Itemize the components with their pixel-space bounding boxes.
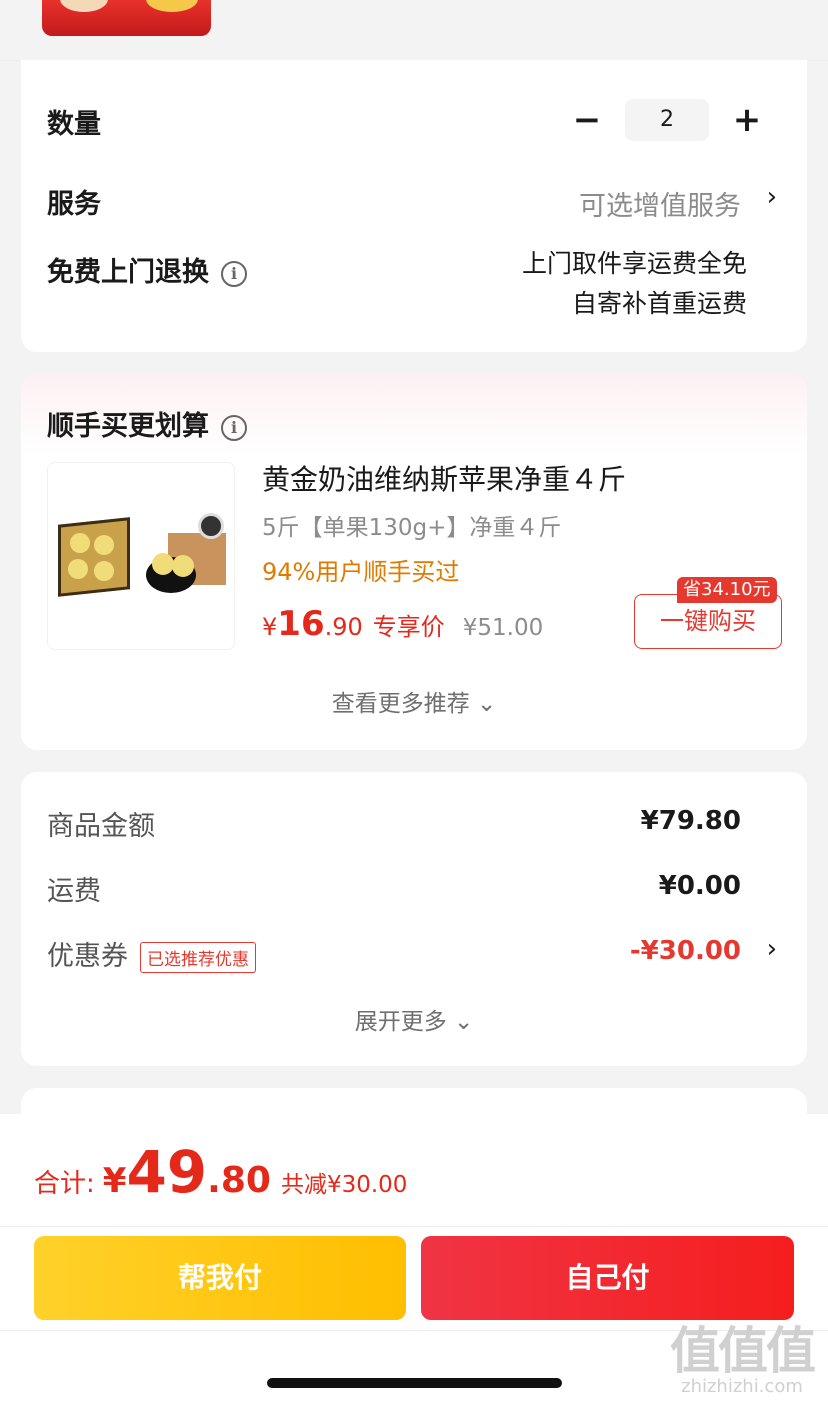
- product-title[interactable]: 黄金奶油维纳斯苹果净重４斤: [262, 458, 626, 498]
- help-me-pay-button[interactable]: 帮我付: [34, 1236, 406, 1320]
- apple-graphic: [152, 553, 174, 575]
- divider: [0, 1226, 828, 1227]
- home-indicator[interactable]: [267, 1378, 562, 1388]
- amount-card: 商品金额 ¥79.80 运费 ¥0.00 优惠券 已选推荐优惠 -¥30.00 ›…: [21, 772, 807, 1066]
- expand-more-link[interactable]: 展开更多 ⌄: [21, 1002, 807, 1036]
- save-badge: 省34.10元: [677, 577, 777, 603]
- total-label: 合计:: [34, 1169, 95, 1199]
- bundle-title: 顺手买更划算 i: [47, 404, 247, 443]
- watermark: 值值值 zhizhizhi.com: [670, 1321, 816, 1398]
- shipping-label: 运费: [47, 876, 101, 907]
- apple-graphic: [94, 561, 114, 581]
- return-label-text: 免费上门退换: [47, 257, 209, 288]
- coupon-tag: 已选推荐优惠: [140, 942, 256, 973]
- coupon-label-text: 优惠券: [47, 941, 128, 972]
- price-currency: ¥: [262, 613, 278, 641]
- shipping-value: ¥0.00: [658, 871, 741, 901]
- apple-graphic: [70, 533, 90, 553]
- apple-graphic: [172, 555, 194, 577]
- bundle-title-text: 顺手买更划算: [47, 411, 209, 442]
- info-icon[interactable]: i: [221, 414, 247, 441]
- total-decimal: .80: [207, 1160, 271, 1201]
- bundle-card: 顺手买更划算 i 黄金奶油维纳斯苹果净重４斤 5斤【单果130g+】净重４斤 94…: [21, 374, 807, 750]
- apple-graphic: [68, 559, 88, 579]
- more-recommendations-link[interactable]: 查看更多推荐 ⌄: [21, 684, 807, 718]
- service-label: 服务: [47, 189, 101, 220]
- product-image[interactable]: [47, 462, 235, 650]
- price-tag: 专享价: [372, 613, 445, 641]
- fan-graphic: [198, 513, 224, 539]
- product-spec: 5斤【单果130g+】净重４斤: [262, 515, 562, 541]
- quantity-stepper: − 2 +: [567, 98, 767, 142]
- apple-graphic: [94, 535, 114, 555]
- total-discount: 共减¥30.00: [280, 1172, 408, 1198]
- product-thumbnail: [42, 0, 211, 36]
- watermark-url: zhizhizhi.com: [681, 1376, 803, 1397]
- original-price: ¥51.00: [462, 615, 544, 641]
- order-options-card: 数量 − 2 + 服务 可选增值服务 › 免费上门退换 i 上门取件享运费全免 自…: [21, 60, 807, 352]
- watermark-logo: 值值值: [670, 1321, 816, 1380]
- quantity-label: 数量: [47, 109, 101, 140]
- product-stat: 94%用户顺手买过: [262, 558, 460, 586]
- chevron-right-icon[interactable]: ›: [767, 934, 777, 964]
- goods-amount-label: 商品金额: [47, 811, 155, 842]
- return-desc-line1: 上门取件享运费全免: [521, 249, 747, 278]
- minus-button[interactable]: −: [567, 98, 607, 142]
- quantity-input[interactable]: 2: [625, 99, 709, 141]
- product-price: ¥ 16 .90 专享价 ¥51.00: [262, 604, 543, 644]
- total-summary: 合计: ¥ 49 .80 共减¥30.00: [34, 1138, 407, 1206]
- coupon-label[interactable]: 优惠券 已选推荐优惠: [47, 934, 256, 973]
- apple-box-graphic: [58, 517, 130, 597]
- goods-amount-value: ¥79.80: [640, 806, 741, 836]
- plus-button[interactable]: +: [727, 98, 767, 142]
- pay-myself-button[interactable]: 自己付: [421, 1236, 794, 1320]
- chevron-right-icon[interactable]: ›: [767, 182, 777, 212]
- return-label: 免费上门退换 i: [47, 250, 247, 289]
- total-currency: ¥: [102, 1161, 127, 1201]
- coupon-value[interactable]: -¥30.00: [630, 936, 741, 966]
- price-decimal: .90: [324, 613, 363, 641]
- service-value[interactable]: 可选增值服务: [579, 184, 741, 223]
- price-integer: 16: [277, 604, 325, 644]
- return-desc-line2: 自寄补首重运费: [571, 289, 747, 318]
- total-integer: 49: [126, 1138, 208, 1206]
- info-icon[interactable]: i: [221, 260, 247, 287]
